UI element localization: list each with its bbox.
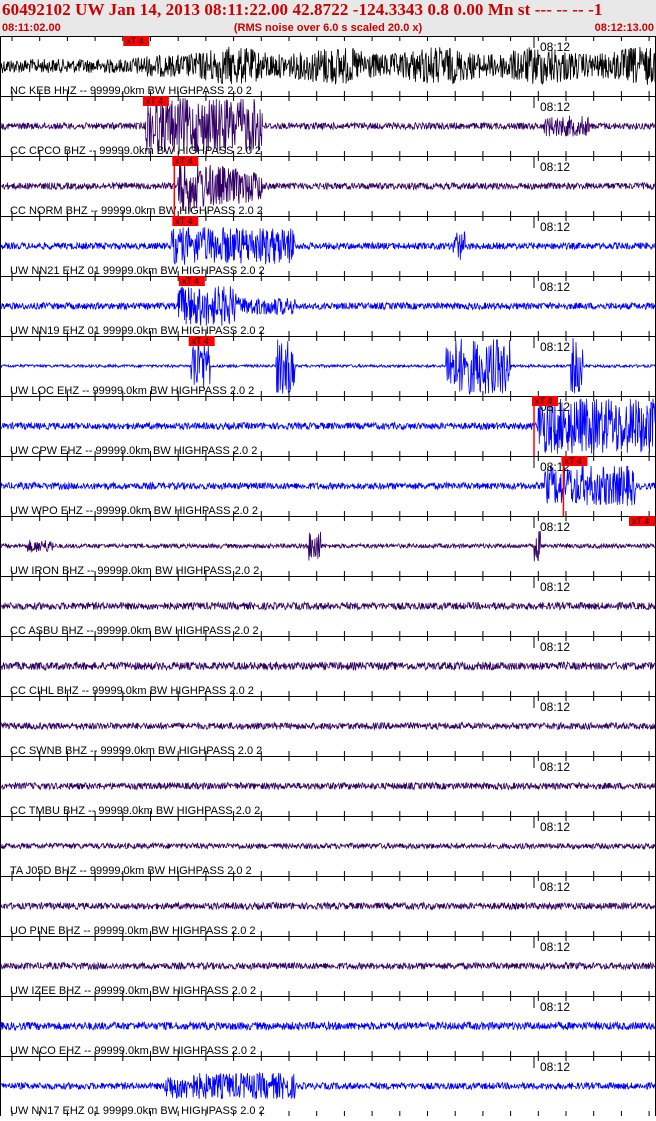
minute-label: 08:12 xyxy=(540,220,570,234)
minute-label: 08:12 xyxy=(540,340,570,354)
trace-panel: 08:12 UW NN17 EHZ 01 99999.0km BW HIGHPAS… xyxy=(0,1056,656,1117)
waveform xyxy=(0,1020,656,1032)
minute-label: 08:12 xyxy=(540,880,570,894)
trace-panel: 08:12UW CPW EHZ -- 99999.0km BW HIGHPASS… xyxy=(0,396,656,457)
trace-panel: 08:12 CC SWNB BHZ -- 99999.0km BW HIGHPAS… xyxy=(0,696,656,757)
minute-label: 08:12 xyxy=(540,160,570,174)
station-label: CC ASBU BHZ -- 99999.0km BW HIGHPASS 2.0… xyxy=(10,625,259,637)
seismogram-panels: 08:12 NC KEB HHZ -- 99999.0km BW HIGHPASS… xyxy=(0,36,656,1117)
waveform xyxy=(0,600,656,612)
minute-label: 08:12 xyxy=(540,820,570,834)
station-label: TA J05D BHZ -- 99999.0km BW HIGHPASS 2.0… xyxy=(10,865,252,877)
waveform xyxy=(0,961,656,971)
station-label: UW LOC EHZ -- 99999.0km BW HIGHPASS 2.0 … xyxy=(10,385,254,397)
minute-label: 08:12 xyxy=(540,580,570,594)
station-label: CC SWNB BHZ -- 99999.0km BW HIGHPASS 2.0… xyxy=(10,745,262,757)
waveform xyxy=(0,1071,656,1100)
waveform xyxy=(0,781,656,791)
pick-label: xT 4 xyxy=(182,276,199,286)
waveform xyxy=(0,841,656,851)
trace-panel: 08:12 UO PINE BHZ -- 99999.0km BW HIGHPAS… xyxy=(0,876,656,937)
pick-label: xT 4 xyxy=(632,516,649,526)
header-bar: 60492102 UW Jan 14, 2013 08:11:22.00 42.… xyxy=(0,0,656,36)
station-label: CC CPCO BHZ -- 99999.0km BW HIGHPASS 2.0… xyxy=(10,145,261,157)
pick-label: xT 4 xyxy=(175,216,192,226)
minute-label: 08:12 xyxy=(540,1000,570,1014)
station-label: CC CIHL BHZ -- 99999.0km BW HIGHPASS 2.0… xyxy=(10,685,254,697)
pick-label: xT 4 xyxy=(175,156,192,166)
waveform xyxy=(0,660,656,672)
station-label: UO PINE BHZ -- 99999.0km BW HIGHPASS 2.0… xyxy=(10,925,256,937)
trace-panel: 08:12 UW NN21 EHZ 01 99999.0km BW HIGHPAS… xyxy=(0,216,656,277)
seismogram-traces: 08:12 NC KEB HHZ -- 99999.0km BW HIGHPASS… xyxy=(0,36,656,1117)
station-label: CC NORM BHZ -- 99999.0km BW HIGHPASS 2.0… xyxy=(10,205,263,217)
pick-label: xT 4 xyxy=(146,96,163,106)
station-label: UW NCO EHZ -- 99999.0km BW HIGHPASS 2.0 … xyxy=(10,1045,256,1057)
trace-panel: 08:12UW WPO EHZ -- 99999.0km BW HIGHPASS… xyxy=(0,456,656,517)
station-label: UW IZEE BHZ -- 99999.0km BW HIGHPASS 2.0… xyxy=(10,985,256,997)
pick-label: xT 4 xyxy=(535,396,552,406)
trace-panel: 08:12 CC ASBU BHZ -- 99999.0km BW HIGHPAS… xyxy=(0,576,656,637)
pick-label: xT 4 xyxy=(192,336,209,346)
pick-label: xT 4 xyxy=(564,456,581,466)
minute-label: 08:12 xyxy=(540,1060,570,1074)
station-label: UW CPW EHZ -- 99999.0km BW HIGHPASS 2.0 … xyxy=(10,445,257,457)
minute-label: 08:12 xyxy=(540,40,570,54)
minute-label: 08:12 xyxy=(540,520,570,534)
trace-panel: 08:12 CC CPCO BHZ -- 99999.0km BW HIGHPAS… xyxy=(0,96,656,157)
event-title: 60492102 UW Jan 14, 2013 08:11:22.00 42.… xyxy=(2,0,603,19)
trace-panel: 08:12 UW IZEE BHZ -- 99999.0km BW HIGHPAS… xyxy=(0,936,656,997)
minute-label: 08:12 xyxy=(540,640,570,654)
trace-panel: 08:12 UW NN19 EHZ 01 99999.0km BW HIGHPAS… xyxy=(0,276,656,337)
station-label: UW NN17 EHZ 01 99999.0km BW HIGHPASS 2.0… xyxy=(10,1105,265,1116)
trace-panel: 08:12 UW LOC EHZ -- 99999.0km BW HIGHPASS… xyxy=(0,336,656,397)
trace-panel: 08:12 CC TMBU BHZ -- 99999.0km BW HIGHPAS… xyxy=(0,756,656,817)
station-label: UW IRON BHZ -- 99999.0km BW HIGHPASS 2.0… xyxy=(10,565,259,577)
station-label: UW NN19 EHZ 01 99999.0km BW HIGHPASS 2.0… xyxy=(10,325,265,337)
trace-panel: 08:12 NC KEB HHZ -- 99999.0km BW HIGHPASS… xyxy=(0,36,656,97)
station-label: CC TMBU BHZ -- 99999.0km BW HIGHPASS 2.0… xyxy=(10,805,260,817)
minute-label: 08:12 xyxy=(540,940,570,954)
waveform xyxy=(0,531,656,562)
waveform xyxy=(0,721,656,731)
station-label: NC KEB HHZ -- 99999.0km BW HIGHPASS 2.0 … xyxy=(10,85,252,97)
trace-panel: 08:12 UW IRON BHZ -- 99999.0km BW HIGHPAS… xyxy=(0,516,656,577)
pick-label: xT 4 xyxy=(126,36,143,46)
station-label: UW NN21 EHZ 01 99999.0km BW HIGHPASS 2.0… xyxy=(10,265,265,277)
minute-label: 08:12 xyxy=(540,700,570,714)
minute-label: 08:12 xyxy=(540,760,570,774)
station-label: UW WPO EHZ -- 99999.0km BW HIGHPASS 2.0 … xyxy=(10,505,258,517)
trace-panel: 08:12 TA J05D BHZ -- 99999.0km BW HIGHPAS… xyxy=(0,816,656,877)
waveform xyxy=(0,901,656,911)
end-time: 08:12:13.00 xyxy=(594,22,654,34)
rms-note: (RMS noise over 6.0 s scaled 20.0 x) xyxy=(233,22,423,34)
trace-panel: 08:12 CC CIHL BHZ -- 99999.0km BW HIGHPAS… xyxy=(0,636,656,697)
trace-panel: 08:12 CC NORM BHZ -- 99999.0km BW HIGHPAS… xyxy=(0,156,656,217)
minute-label: 08:12 xyxy=(540,100,570,114)
trace-panel: 08:12 UW NCO EHZ -- 99999.0km BW HIGHPASS… xyxy=(0,996,656,1057)
minute-label: 08:12 xyxy=(540,280,570,294)
